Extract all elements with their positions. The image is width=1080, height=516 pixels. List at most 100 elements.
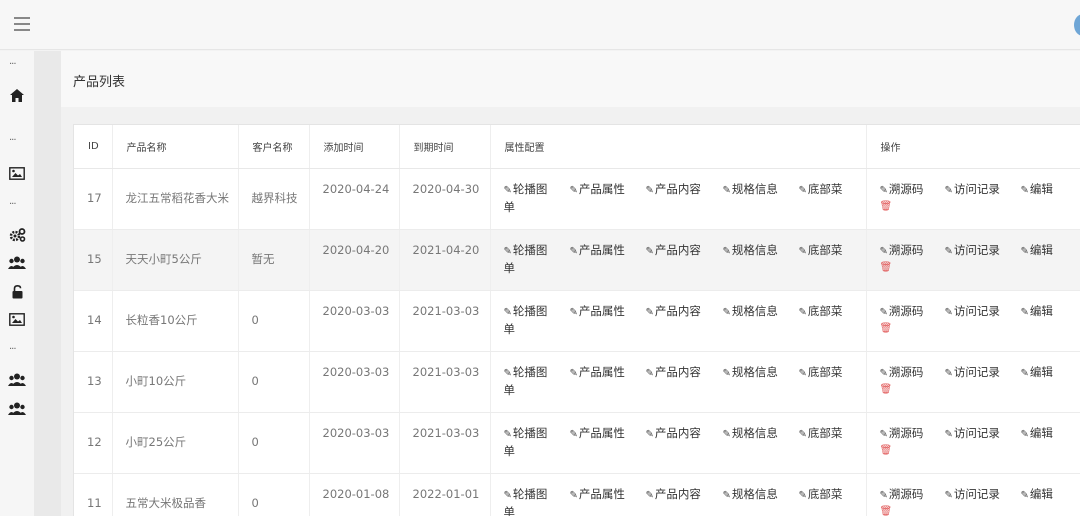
pencil-icon: ✎: [1020, 428, 1029, 440]
row-action-link[interactable]: ✎溯源码: [880, 486, 924, 504]
attr-action-label: 底部菜: [807, 486, 843, 501]
attr-action-link[interactable]: ✎产品内容: [646, 303, 701, 321]
cell-expire-date: 2021-03-03: [399, 290, 491, 352]
attr-action-link[interactable]: ✎规格信息: [723, 486, 778, 504]
row-action-link[interactable]: ✎访问记录: [945, 486, 1000, 504]
attr-action-link[interactable]: ✎规格信息: [723, 181, 778, 199]
attr-action-link[interactable]: ✎轮播图单: [504, 364, 552, 399]
attr-action-link[interactable]: ✎底部菜: [799, 242, 843, 260]
hamburger-icon[interactable]: [14, 17, 30, 31]
pencil-icon: ✎: [722, 367, 731, 379]
pencil-icon: ✎: [503, 306, 512, 318]
pencil-icon: ✎: [944, 428, 953, 440]
attr-action-link[interactable]: ✎产品内容: [646, 181, 701, 199]
attr-action-link[interactable]: ✎产品属性: [570, 486, 625, 504]
row-action-link[interactable]: ✎访问记录: [945, 303, 1000, 321]
pencil-icon: ✎: [503, 184, 512, 196]
home-icon[interactable]: [0, 89, 34, 106]
trash-icon[interactable]: 🗑: [880, 442, 893, 459]
avatar[interactable]: [1074, 14, 1080, 36]
trash-icon[interactable]: 🗑: [880, 198, 893, 215]
attr-action-link[interactable]: ✎产品内容: [646, 242, 701, 260]
cell-added-date: 2020-03-03: [309, 290, 400, 352]
row-action-link[interactable]: ✎溯源码: [880, 181, 924, 199]
pencil-icon: ✎: [944, 367, 953, 379]
attr-action-link[interactable]: ✎底部菜: [799, 364, 843, 382]
users-icon[interactable]: [0, 256, 34, 273]
row-action-link[interactable]: ✎编辑: [1021, 242, 1053, 260]
attr-action-link[interactable]: ✎产品属性: [570, 425, 625, 443]
row-action-link[interactable]: ✎访问记录: [945, 425, 1000, 443]
row-action-link[interactable]: ✎访问记录: [945, 242, 1000, 260]
users-icon[interactable]: [0, 402, 34, 419]
pencil-icon: ✎: [569, 367, 578, 379]
row-action-link[interactable]: ✎编辑: [1021, 364, 1053, 382]
row-action-label: 访问记录: [953, 425, 1000, 440]
row-action-label: 编辑: [1029, 181, 1053, 196]
cell-customer-name: 越界科技: [238, 168, 310, 230]
row-action-label: 溯源码: [888, 364, 924, 379]
row-action-link[interactable]: ✎溯源码: [880, 303, 924, 321]
unlock-icon[interactable]: [0, 284, 34, 303]
pencil-icon: ✎: [569, 184, 578, 196]
row-action-link[interactable]: ✎编辑: [1021, 303, 1053, 321]
row-action-label: 访问记录: [953, 486, 1000, 501]
attr-action-link[interactable]: ✎产品内容: [646, 425, 701, 443]
attr-action-link[interactable]: ✎规格信息: [723, 303, 778, 321]
row-action-link[interactable]: ✎访问记录: [945, 364, 1000, 382]
row-action-link[interactable]: ✎编辑: [1021, 181, 1053, 199]
row-action-link[interactable]: ✎溯源码: [880, 425, 924, 443]
column-header: 产品名称: [112, 125, 239, 169]
attr-action-link[interactable]: ✎产品属性: [570, 181, 625, 199]
attr-action-link[interactable]: ✎产品内容: [646, 486, 701, 504]
trash-icon[interactable]: 🗑: [880, 320, 893, 337]
attr-action-link[interactable]: ✎产品属性: [570, 242, 625, 260]
row-action-label: 访问记录: [953, 364, 1000, 379]
cell-attribute-actions: ✎轮播图单 ✎产品属性 ✎产品内容 ✎规格信息 ✎底部菜: [490, 168, 867, 230]
pencil-icon: ✎: [722, 184, 731, 196]
attr-action-link[interactable]: ✎规格信息: [723, 242, 778, 260]
users-icon[interactable]: [0, 373, 34, 390]
row-action-link[interactable]: ✎溯源码: [880, 364, 924, 382]
image-icon[interactable]: [0, 167, 34, 184]
cell-attribute-actions: ✎轮播图单 ✎产品属性 ✎产品内容 ✎规格信息 ✎底部菜: [490, 412, 867, 474]
cell-id: 15: [74, 229, 113, 291]
row-action-label: 溯源码: [888, 303, 924, 318]
cell-attribute-actions: ✎轮播图单 ✎产品属性 ✎产品内容 ✎规格信息 ✎底部菜: [490, 351, 867, 413]
row-action-link[interactable]: ✎溯源码: [880, 242, 924, 260]
row-action-label: 编辑: [1029, 486, 1053, 501]
row-action-link[interactable]: ✎编辑: [1021, 486, 1053, 504]
table-row: 13 小町10公斤 0 2020-03-03 2021-03-03 ✎轮播图单 ✎产品属性 ✎…: [74, 351, 1080, 413]
attr-action-link[interactable]: ✎规格信息: [723, 364, 778, 382]
pencil-icon: ✎: [503, 367, 512, 379]
attr-action-link[interactable]: ✎轮播图单: [504, 303, 552, 338]
attr-action-link[interactable]: ✎底部菜: [799, 303, 843, 321]
attr-action-label: 规格信息: [731, 364, 778, 379]
attr-action-link[interactable]: ✎底部菜: [799, 486, 843, 504]
attr-action-link[interactable]: ✎规格信息: [723, 425, 778, 443]
cell-row-actions: ✎溯源码 ✎访问记录 ✎编辑 🗑: [866, 290, 1080, 352]
image-icon[interactable]: [0, 313, 34, 330]
pencil-icon: ✎: [722, 428, 731, 440]
trash-icon[interactable]: 🗑: [880, 381, 893, 398]
attr-action-link[interactable]: ✎轮播图单: [504, 242, 552, 277]
trash-icon[interactable]: 🗑: [880, 503, 893, 516]
attr-action-link[interactable]: ✎轮播图单: [504, 181, 552, 216]
gears-icon[interactable]: [0, 228, 34, 246]
attr-action-link[interactable]: ✎底部菜: [799, 181, 843, 199]
row-action-link[interactable]: ✎访问记录: [945, 181, 1000, 199]
row-action-link[interactable]: ✎编辑: [1021, 425, 1053, 443]
pencil-icon: ✎: [645, 245, 654, 257]
sidebar: ··· ··· ··· ···: [0, 51, 34, 516]
trash-icon[interactable]: 🗑: [880, 259, 893, 276]
pencil-icon: ✎: [879, 245, 888, 257]
attr-action-link[interactable]: ✎产品内容: [646, 364, 701, 382]
table-row: 11 五常大米极品香 0 2020-01-08 2022-01-01 ✎轮播图单 ✎产品属性…: [74, 473, 1080, 516]
attr-action-link[interactable]: ✎产品属性: [570, 364, 625, 382]
attr-action-link[interactable]: ✎底部菜: [799, 425, 843, 443]
cell-row-actions: ✎溯源码 ✎访问记录 ✎编辑 🗑: [866, 229, 1080, 291]
attr-action-label: 规格信息: [731, 181, 778, 196]
attr-action-link[interactable]: ✎轮播图单: [504, 425, 552, 460]
attr-action-link[interactable]: ✎轮播图单: [504, 486, 552, 516]
attr-action-link[interactable]: ✎产品属性: [570, 303, 625, 321]
